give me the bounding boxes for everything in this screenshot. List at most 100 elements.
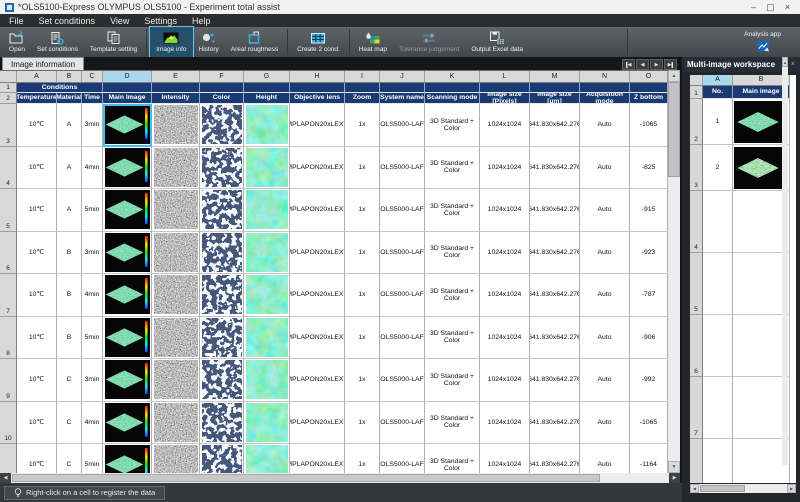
- color-thumbnail[interactable]: [200, 274, 244, 317]
- intensity-thumbnail[interactable]: [152, 147, 200, 190]
- column-header-G[interactable]: G: [244, 71, 290, 83]
- main-image-thumbnail[interactable]: [103, 232, 152, 275]
- cell-material[interactable]: A: [57, 189, 82, 232]
- next-page-button[interactable]: ▶: [650, 59, 663, 70]
- output-excel-data-button[interactable]: Output Excel data: [465, 27, 529, 57]
- row-number[interactable]: 6: [690, 315, 703, 377]
- workspace-cell-no[interactable]: [703, 439, 733, 483]
- cell-image-size-pixels[interactable]: 1024x1024: [480, 317, 530, 360]
- cell-zoom[interactable]: 1x: [345, 359, 380, 402]
- cell-zoom[interactable]: 1x: [345, 189, 380, 232]
- cell-zoom[interactable]: 1x: [345, 317, 380, 360]
- open-button[interactable]: Open: [3, 27, 31, 57]
- column-header-L[interactable]: L: [480, 71, 530, 83]
- cell-zoom[interactable]: 1x: [345, 104, 380, 147]
- cell-system-name[interactable]: OLS5000-LAF: [380, 147, 425, 190]
- row-number[interactable]: 3: [0, 104, 17, 147]
- cell-system-name[interactable]: OLS5000-LAF: [380, 359, 425, 402]
- column-header-B[interactable]: B: [57, 71, 82, 83]
- main-image-thumbnail[interactable]: [103, 444, 152, 473]
- cell-system-name[interactable]: OLS5000-LAF: [380, 232, 425, 275]
- cell-scanning-mode[interactable]: 3D Standard + Color: [425, 402, 480, 445]
- cell-objective-lens[interactable]: MPLAPON20xLEXT: [290, 232, 345, 275]
- row-number[interactable]: 2: [690, 99, 703, 145]
- workspace-cell-no[interactable]: [703, 377, 733, 439]
- cell-image-size-um[interactable]: 641.830x642.276: [530, 104, 580, 147]
- cell-z-bottom[interactable]: -1065: [630, 402, 668, 445]
- column-header-D[interactable]: D: [103, 71, 152, 83]
- cell-zoom[interactable]: 1x: [345, 232, 380, 275]
- cell-z-bottom[interactable]: -906: [630, 317, 668, 360]
- cell-objective-lens[interactable]: MPLAPON20xLEXT: [290, 402, 345, 445]
- workspace-vertical-scrollbar[interactable]: ▲: [782, 57, 788, 465]
- column-header-E[interactable]: E: [152, 71, 200, 83]
- workspace-cell-no[interactable]: 2: [703, 145, 733, 191]
- row-number[interactable]: 5: [0, 189, 17, 232]
- cell-acquisition-mode[interactable]: Auto: [580, 232, 630, 275]
- cell-time[interactable]: 3min: [82, 359, 103, 402]
- height-thumbnail[interactable]: [244, 359, 290, 402]
- row-number[interactable]: 11: [0, 444, 17, 473]
- cell-scanning-mode[interactable]: 3D Standard + Color: [425, 444, 480, 473]
- cell-time[interactable]: 3min: [82, 104, 103, 147]
- cell-image-size-um[interactable]: 641.830x642.276: [530, 444, 580, 473]
- cell-system-name[interactable]: OLS5000-LAF: [380, 402, 425, 445]
- cell-temperature[interactable]: 10℃: [17, 147, 57, 190]
- cell-temperature[interactable]: 10℃: [17, 317, 57, 360]
- cell-time[interactable]: 3min: [82, 232, 103, 275]
- cell-material[interactable]: A: [57, 147, 82, 190]
- corner-cell[interactable]: [0, 71, 17, 83]
- cell-time[interactable]: 4min: [82, 274, 103, 317]
- cell-z-bottom[interactable]: -1065: [630, 104, 668, 147]
- previous-page-button[interactable]: ◀: [636, 59, 649, 70]
- cell-system-name[interactable]: OLS5000-LAF: [380, 274, 425, 317]
- main-image-thumbnail[interactable]: [103, 189, 152, 232]
- column-header-N[interactable]: N: [580, 71, 630, 83]
- row-number[interactable]: 7: [690, 377, 703, 439]
- color-thumbnail[interactable]: [200, 189, 244, 232]
- intensity-thumbnail[interactable]: [152, 444, 200, 473]
- cell-system-name[interactable]: OLS5000-LAF: [380, 317, 425, 360]
- cell-material[interactable]: B: [57, 232, 82, 275]
- scroll-left-icon[interactable]: ◀: [0, 473, 11, 483]
- row-number[interactable]: 3: [690, 145, 703, 191]
- cell-scanning-mode[interactable]: 3D Standard + Color: [425, 147, 480, 190]
- cell-acquisition-mode[interactable]: Auto: [580, 444, 630, 473]
- column-header-M[interactable]: M: [530, 71, 580, 83]
- row-number[interactable]: 2: [0, 93, 17, 104]
- cell-image-size-pixels[interactable]: 1024x1024: [480, 232, 530, 275]
- cell-time[interactable]: 5min: [82, 444, 103, 473]
- workspace-cell-no[interactable]: [703, 315, 733, 377]
- cell-z-bottom[interactable]: -1164: [630, 444, 668, 473]
- cell-image-size-um[interactable]: 641.830x642.276: [530, 147, 580, 190]
- cell-image-size-pixels[interactable]: 1024x1024: [480, 274, 530, 317]
- cell-image-size-pixels[interactable]: 1024x1024: [480, 189, 530, 232]
- cell-temperature[interactable]: 10℃: [17, 444, 57, 473]
- cell-z-bottom[interactable]: -787: [630, 274, 668, 317]
- cell-z-bottom[interactable]: -825: [630, 147, 668, 190]
- row-number[interactable]: 8: [0, 317, 17, 360]
- cell-time[interactable]: 4min: [82, 402, 103, 445]
- cell-material[interactable]: C: [57, 444, 82, 473]
- cell-scanning-mode[interactable]: 3D Standard + Color: [425, 359, 480, 402]
- color-thumbnail[interactable]: [200, 232, 244, 275]
- row-number[interactable]: 1: [690, 86, 703, 99]
- cell-zoom[interactable]: 1x: [345, 402, 380, 445]
- column-header-J[interactable]: J: [380, 71, 425, 83]
- column-header-H[interactable]: H: [290, 71, 345, 83]
- cell-acquisition-mode[interactable]: Auto: [580, 147, 630, 190]
- cell-objective-lens[interactable]: MPLAPON20xLEXT: [290, 104, 345, 147]
- scroll-up-icon[interactable]: ▲: [782, 57, 788, 67]
- cell-image-size-um[interactable]: 641.830x642.276: [530, 232, 580, 275]
- intensity-thumbnail[interactable]: [152, 104, 200, 147]
- vertical-scrollbar[interactable]: ▲ ▼: [668, 70, 680, 473]
- height-thumbnail[interactable]: [244, 189, 290, 232]
- intensity-thumbnail[interactable]: [152, 189, 200, 232]
- cell-acquisition-mode[interactable]: Auto: [580, 402, 630, 445]
- intensity-thumbnail[interactable]: [152, 359, 200, 402]
- height-thumbnail[interactable]: [244, 147, 290, 190]
- cell-acquisition-mode[interactable]: Auto: [580, 189, 630, 232]
- image-info-button[interactable]: Image info: [150, 27, 192, 57]
- areal-roughness-button[interactable]: Areal roughness: [225, 27, 284, 57]
- cell-image-size-um[interactable]: 641.830x642.276: [530, 402, 580, 445]
